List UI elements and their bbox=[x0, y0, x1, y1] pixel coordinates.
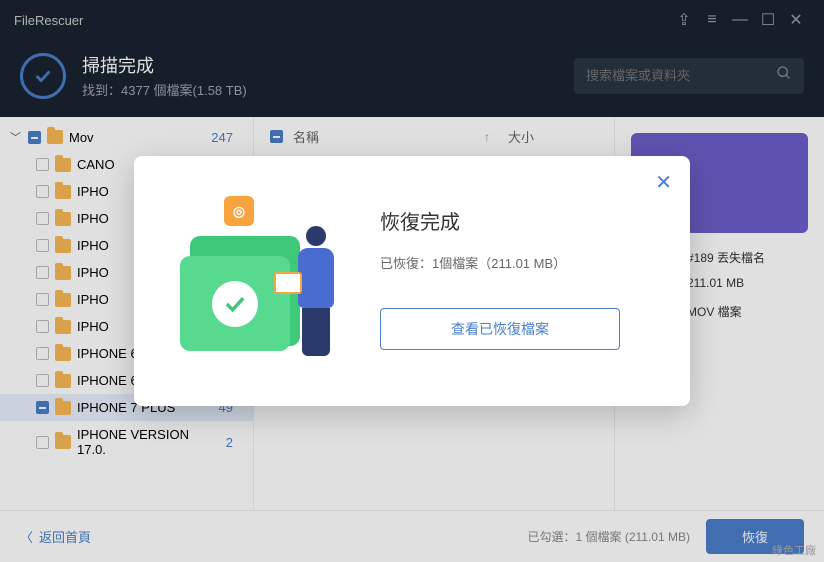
recovery-complete-modal: ✕ ◎ 恢復完成 已恢復：1個檔案（211.01 MB） 查看已恢復檔案 bbox=[134, 156, 690, 406]
modal-title: 恢復完成 bbox=[380, 206, 654, 235]
modal-overlay: ✕ ◎ 恢復完成 已恢復：1個檔案（211.01 MB） 查看已恢復檔案 bbox=[0, 0, 824, 562]
modal-close-icon[interactable]: ✕ bbox=[655, 170, 672, 195]
watermark: 綠色工廠 bbox=[772, 542, 816, 558]
modal-desc: 已恢復：1個檔案（211.01 MB） bbox=[380, 253, 654, 272]
view-recovered-button[interactable]: 查看已恢復檔案 bbox=[380, 308, 620, 350]
success-illustration: ◎ bbox=[170, 186, 350, 366]
